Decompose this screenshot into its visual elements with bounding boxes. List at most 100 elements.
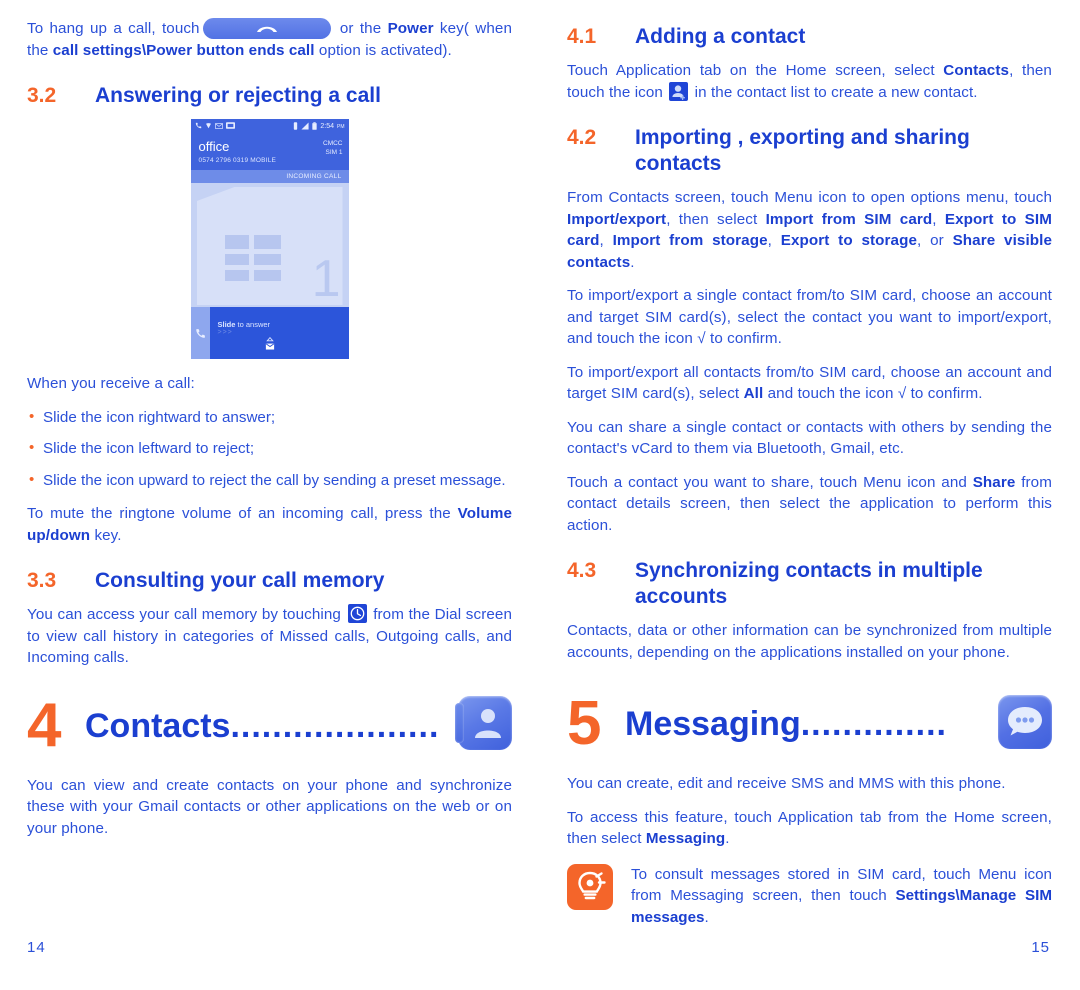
sim-operator: CMCC (323, 140, 343, 147)
power-key-label: Power (387, 20, 434, 37)
section-number: 3.3 (27, 569, 57, 592)
ie-text-7: . (630, 253, 635, 271)
slide-to-answer-bar[interactable]: Slide to answer >>> (190, 307, 349, 359)
when-receive-call-label: When you receive a call: (27, 375, 195, 392)
signal-icon (301, 121, 309, 132)
mute-text-2: key. (90, 526, 122, 544)
hang-up-text-2: or the (333, 20, 388, 37)
phone-status-bar: 2:54 PM (190, 119, 349, 134)
caller-number: 0574 2796 0319 MOBILE (198, 157, 277, 164)
lightbulb-tip-icon (567, 863, 613, 910)
chapter-4-intro-paragraph: You can view and create contacts on your… (27, 776, 512, 837)
share-menu-label: Share (972, 473, 1016, 491)
hangup-call-icon (202, 18, 331, 40)
manual-page-spread: To hang up a call, touch or the Power ke… (0, 0, 1080, 990)
ie-text-3: , (932, 210, 945, 228)
adding-text-1: Touch Application tab on the Home screen… (567, 62, 944, 79)
page-number-right: 15 (1031, 939, 1050, 956)
share-vcard-paragraph: You can share a single contact or contac… (567, 418, 1052, 458)
tip-text: To consult messages stored in SIM card, … (631, 864, 1052, 929)
sim-icon (225, 122, 235, 131)
chapter-title: Messaging (625, 705, 801, 743)
hang-up-paragraph: To hang up a call, touch or the Power ke… (27, 18, 512, 61)
contacts-app-icon (455, 696, 512, 755)
messaging-text-2: . (725, 830, 730, 847)
sim-chip-line-v1 (248, 235, 254, 281)
chapter-title: Contacts (85, 706, 231, 745)
import-from-sim-label: Import from SIM card (765, 210, 933, 228)
add-contact-icon (669, 81, 689, 101)
sim-slot: SIM 1 (325, 149, 343, 156)
envelope-up-icon[interactable] (264, 336, 275, 357)
export-to-storage-label: Export to storage (780, 232, 918, 249)
phone-status-right-group: 2:54 PM (293, 121, 345, 132)
caller-name: office (198, 139, 230, 154)
ie-text-1: From Contacts screen, touch Menu icon to… (567, 189, 1052, 206)
adding-text-3: in the contact list to create a new cont… (694, 83, 978, 101)
call-memory-paragraph: You can access your call memory by touch… (27, 604, 512, 669)
chapter-leader-dots: .................... (230, 706, 440, 745)
battery-icon (312, 121, 318, 132)
mail-icon (214, 122, 223, 131)
sim-info: CMCC SIM 1 (323, 139, 343, 157)
call-settings-option-label: call settings\Power button ends call (52, 41, 315, 59)
import-from-storage-label: Import from storage (612, 232, 768, 249)
section-title: Synchronizing contacts in multiple accou… (635, 559, 983, 608)
page-number-left: 14 (27, 939, 46, 956)
ie-text-2: , then select (666, 210, 766, 228)
chapter-leader-dots: .............. (800, 705, 947, 743)
messaging-text-1: To access this feature, touch Applicatio… (567, 808, 1052, 848)
chapter-heading-5: 5 Messaging .............. (567, 693, 1052, 755)
ie-text-5: , (767, 232, 781, 249)
phone-icon (195, 122, 202, 131)
vibrate-icon (293, 121, 298, 132)
call-memory-text-1: You can access your call memory by touch… (27, 606, 341, 623)
slide-rest: to answer (235, 320, 271, 329)
list-item: Slide the icon rightward to answer; (27, 406, 512, 429)
chapter-heading-4: 4 Contacts .................... (27, 694, 512, 757)
receive-call-bullets: Slide the icon rightward to answer; Slid… (27, 406, 512, 492)
chapter-title-row: Messaging .............. (625, 704, 996, 744)
call-history-clock-icon (347, 604, 367, 623)
section-heading-3-3: 3.3 Consulting your call memory (27, 568, 512, 594)
caller-identity: office 0574 2796 0319 MOBILE (199, 139, 324, 164)
messaging-app-label: Messaging (645, 830, 726, 847)
messaging-app-icon (998, 694, 1052, 754)
section-heading-4-3: 4.3 Synchronizing contacts in multiple a… (567, 558, 1052, 610)
chapter-number: 5 (567, 689, 601, 758)
call-state-label: INCOMING CALL (190, 170, 349, 183)
import-export-paragraph: From Contacts screen, touch Menu icon to… (567, 187, 1052, 273)
section-heading-4-2: 4.2 Importing , exporting and sharing co… (567, 125, 1052, 177)
chapter-title-row: Contacts .................... (85, 706, 456, 746)
phone-handset-icon[interactable] (190, 307, 210, 359)
messaging-intro-paragraph-2: To access this feature, touch Applicatio… (567, 807, 1052, 850)
messaging-intro-paragraph-1: You can create, edit and receive SMS and… (567, 775, 1006, 792)
hang-up-text-4: option is activated). (314, 41, 452, 59)
tip-callout: To consult messages stored in SIM card, … (567, 863, 1052, 929)
status-meridiem: PM (337, 123, 345, 130)
mute-text-1: To mute the ringtone volume of an incomi… (27, 505, 458, 522)
all-option-label: All (743, 385, 764, 402)
ie-text-6: , or (917, 232, 953, 249)
call-wallpaper: 1 (190, 183, 349, 307)
tip-text-2: . (704, 908, 709, 926)
mute-ringtone-paragraph: To mute the ringtone volume of an incomi… (27, 503, 512, 546)
single-contact-paragraph: To import/export a single contact from/t… (567, 287, 1052, 347)
right-page-column: 4.1 Adding a contact Touch Application t… (540, 0, 1080, 990)
sync-accounts-paragraph: Contacts, data or other information can … (567, 622, 1052, 661)
share-text-1: Touch a contact you want to share, touch… (567, 473, 973, 491)
all-text-2: and touch the icon √ to confirm. (763, 385, 983, 402)
section-heading-4-1: 4.1 Adding a contact (567, 24, 1052, 50)
section-title: Answering or rejecting a call (95, 84, 381, 107)
section-heading-3-2: 3.2 Answering or rejecting a call (27, 83, 512, 109)
caller-header: office 0574 2796 0319 MOBILE CMCC SIM 1 (190, 134, 349, 170)
section-title: Importing , exporting and sharing contac… (635, 126, 970, 175)
contacts-app-label: Contacts (943, 62, 1010, 79)
section-title: Adding a contact (635, 25, 806, 48)
section-number: 4.3 (567, 559, 597, 582)
ie-text-4: , (599, 232, 613, 249)
section-number: 4.1 (567, 25, 597, 48)
wallpaper-digit: 1 (311, 250, 341, 307)
share-menu-paragraph: Touch a contact you want to share, touch… (567, 472, 1052, 537)
section-number: 4.2 (567, 126, 597, 149)
